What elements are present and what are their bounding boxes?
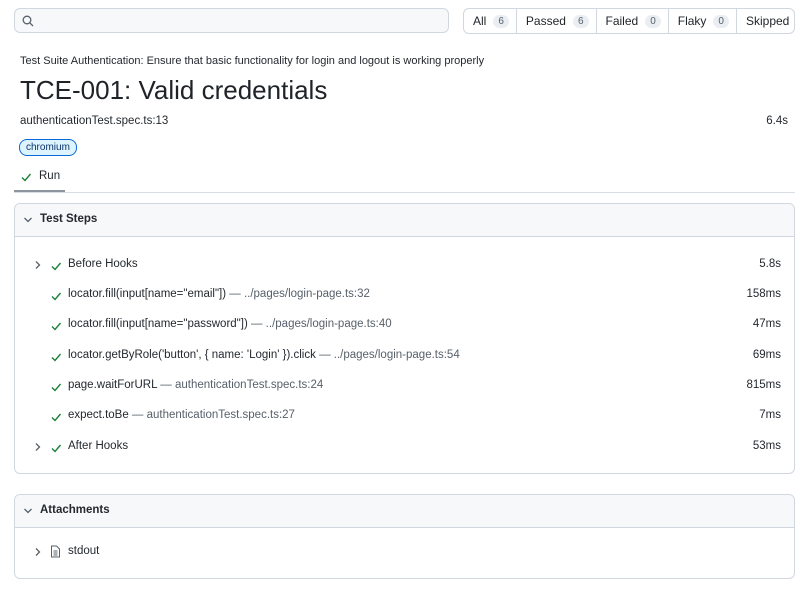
test-duration: 6.4s [766, 115, 788, 127]
test-steps-header[interactable]: Test Steps [15, 204, 794, 237]
filter-label: Failed [605, 14, 639, 28]
filter-label: Flaky [677, 14, 707, 28]
step-time: 69ms [752, 349, 781, 361]
tab-run[interactable]: Run [14, 166, 65, 192]
attachment-stdout[interactable]: stdout [15, 542, 794, 562]
filter-count: 6 [572, 14, 589, 28]
check-icon [51, 322, 62, 331]
filter-label: Skipped [745, 14, 790, 28]
check-icon [51, 444, 62, 453]
step-time: 5.8s [759, 258, 781, 270]
test-steps-panel: Test Steps Before Hooks 5.8s locator.fil… [14, 203, 795, 474]
filter-count: 0 [713, 14, 729, 28]
filter-skipped[interactable]: Skipped 0 [737, 9, 794, 33]
step-source-link[interactable]: — authenticationTest.spec.ts:24 [157, 379, 323, 391]
tab-label: Run [39, 170, 61, 182]
check-icon [51, 383, 62, 392]
step-title: page.waitForURL [68, 379, 158, 391]
step-source-link[interactable]: — ../pages/login-page.ts:54 [316, 349, 460, 361]
file-text-icon [51, 545, 60, 558]
attachment-label: stdout [68, 545, 100, 557]
check-icon [51, 353, 62, 362]
step-label: Before Hooks [68, 258, 138, 270]
chevron-right-icon [35, 548, 41, 556]
attachments-header[interactable]: Attachments [15, 495, 794, 528]
step-row[interactable]: locator.getByRole('button', { name: 'Log… [15, 346, 794, 366]
filter-all[interactable]: All 6 [464, 9, 517, 33]
tab-divider [14, 192, 795, 193]
step-label: page.waitForURL — authenticationTest.spe… [68, 379, 323, 391]
step-title: After Hooks [68, 440, 129, 452]
step-source-link[interactable]: — ../pages/login-page.ts:32 [226, 288, 370, 300]
chevron-down-icon [24, 508, 32, 514]
step-title: locator.getByRole('button', { name: 'Log… [68, 349, 316, 361]
step-label: locator.fill(input[name="email"]) — ../p… [68, 288, 370, 300]
check-icon [51, 292, 62, 301]
panel-title: Test Steps [40, 213, 98, 225]
step-title: locator.fill(input[name="email"]) [68, 288, 227, 300]
attachments-panel: Attachments stdout [14, 494, 795, 579]
step-label: expect.toBe — authenticationTest.spec.ts… [68, 409, 295, 421]
filter-failed[interactable]: Failed 0 [597, 9, 669, 33]
step-before-hooks[interactable]: Before Hooks 5.8s [15, 255, 794, 275]
check-icon [51, 262, 62, 271]
step-title: locator.fill(input[name="password"]) [68, 318, 248, 330]
step-title: Before Hooks [68, 258, 138, 270]
step-title: expect.toBe [68, 409, 129, 421]
check-icon [51, 413, 62, 422]
chevron-right-icon [35, 261, 41, 269]
step-label: After Hooks [68, 440, 128, 452]
step-time: 815ms [746, 379, 781, 391]
step-label: locator.getByRole('button', { name: 'Log… [68, 349, 460, 361]
step-time: 7ms [759, 409, 781, 421]
step-label: locator.fill(input[name="password"]) — .… [68, 318, 392, 330]
step-row[interactable]: locator.fill(input[name="password"]) — .… [15, 315, 794, 335]
check-icon [21, 173, 32, 182]
test-title: TCE-001: Valid credentials [20, 75, 328, 105]
step-row[interactable]: locator.fill(input[name="email"]) — ../p… [15, 285, 794, 305]
search-icon [22, 15, 34, 27]
step-row[interactable]: expect.toBe — authenticationTest.spec.ts… [15, 406, 794, 426]
panel-title: Attachments [40, 504, 110, 516]
filter-label: Passed [525, 14, 566, 28]
suite-title: Test Suite Authentication: Ensure that b… [20, 55, 485, 67]
filter-label: All [473, 14, 487, 28]
step-after-hooks[interactable]: After Hooks 53ms [15, 437, 794, 457]
chevron-down-icon [24, 217, 32, 223]
step-time: 158ms [746, 288, 781, 300]
step-row[interactable]: page.waitForURL — authenticationTest.spe… [15, 376, 794, 396]
project-badge[interactable]: chromium [19, 139, 77, 156]
step-time: 53ms [752, 440, 781, 452]
filter-passed[interactable]: Passed 6 [517, 9, 597, 33]
test-location-link[interactable]: authenticationTest.spec.ts:13 [20, 115, 168, 127]
chevron-right-icon [35, 443, 41, 451]
step-source-link[interactable]: — ../pages/login-page.ts:40 [248, 318, 392, 330]
search-box[interactable] [14, 8, 449, 33]
step-source-link[interactable]: — authenticationTest.spec.ts:27 [129, 409, 295, 421]
status-filter-bar: All 6 Passed 6 Failed 0 Flaky 0 Skipped … [463, 8, 795, 34]
filter-count: 0 [645, 14, 661, 28]
filter-flaky[interactable]: Flaky 0 [669, 9, 737, 33]
step-time: 47ms [752, 318, 781, 330]
filter-count: 6 [493, 14, 509, 28]
search-input[interactable] [41, 11, 445, 32]
